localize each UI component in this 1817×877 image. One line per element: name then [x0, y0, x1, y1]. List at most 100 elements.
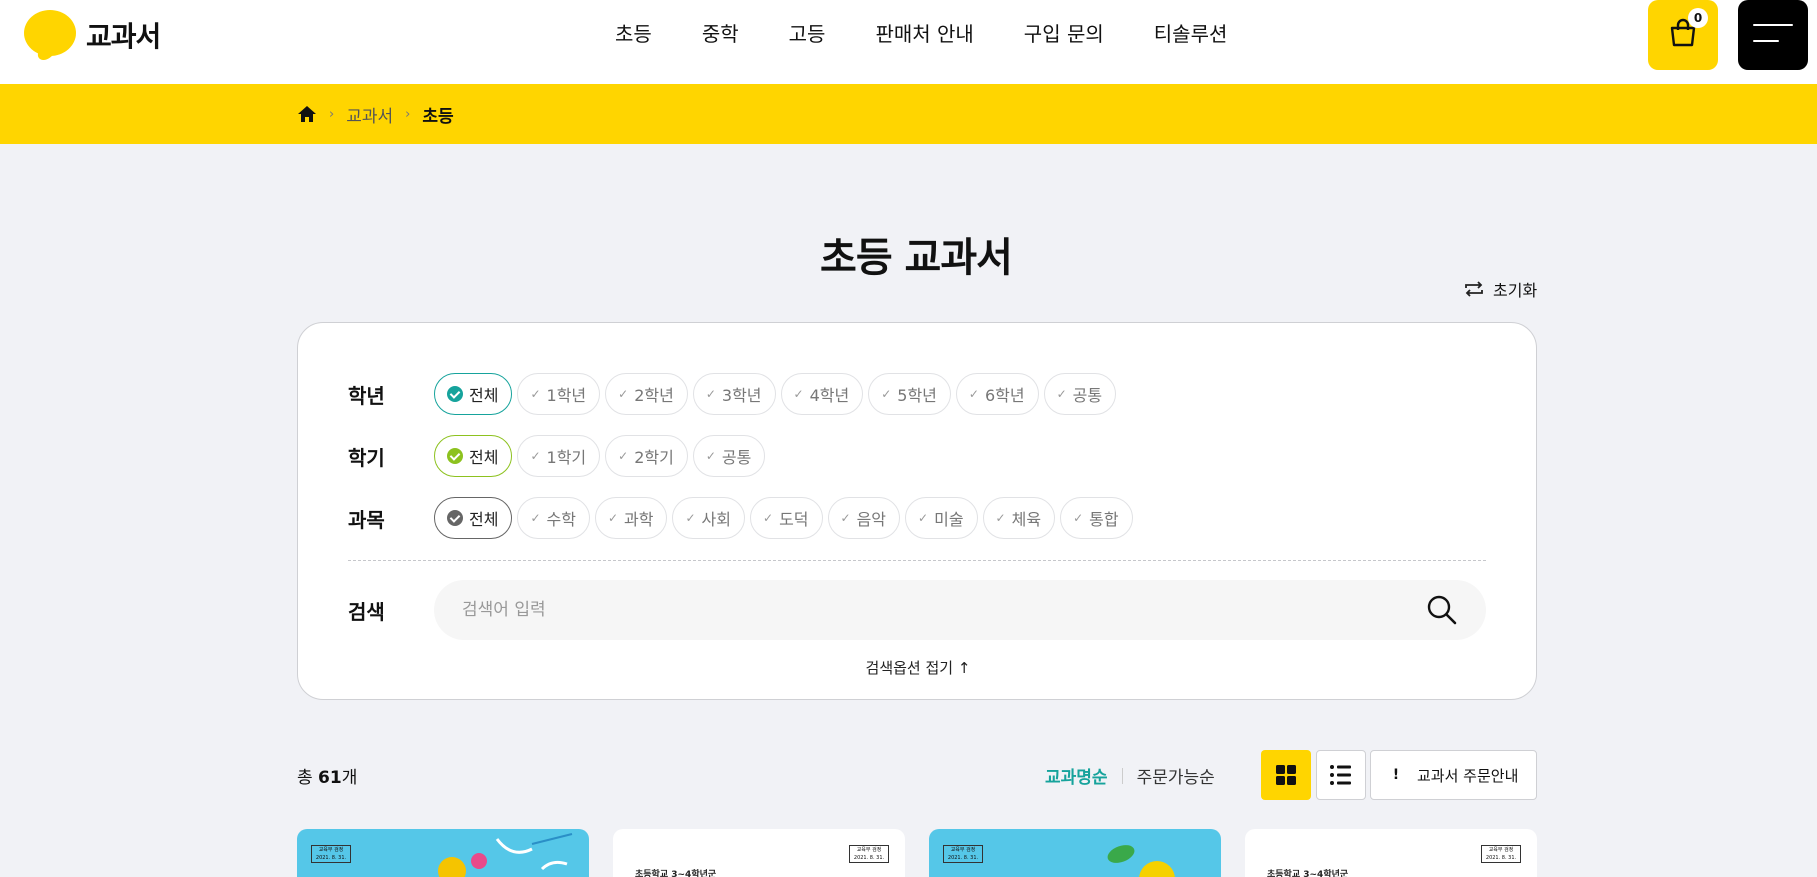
textbook-card[interactable]: 교육부 검정 2021. 8. 31.: [297, 829, 589, 877]
grid-icon: [1276, 765, 1296, 785]
arrow-up-icon: ↑: [957, 659, 971, 677]
search-label: 검색: [348, 599, 385, 624]
check-circle-icon: [447, 386, 463, 402]
chip-label: 공통: [1072, 386, 1103, 405]
subject-chip-music[interactable]: ✓ 음악: [827, 497, 901, 539]
chip-label: 3학년: [721, 386, 762, 405]
total-prefix: 총: [297, 768, 313, 788]
grade-chip-2[interactable]: ✓ 2학년: [605, 373, 688, 415]
cart-button[interactable]: 0: [1648, 0, 1718, 70]
page-title: 초등 교과서: [820, 235, 1013, 281]
order-guide-label: 교과서 주문안내: [1417, 766, 1519, 785]
check-icon: ✓: [607, 511, 619, 525]
hamburger-icon-line: [1753, 40, 1779, 42]
grade-chip-common[interactable]: ✓ 공통: [1043, 373, 1117, 415]
nav-item-tsolution[interactable]: 티솔루션: [1129, 18, 1253, 50]
sort-by-orderable[interactable]: 주문가능순: [1137, 763, 1215, 788]
grade-chip-6[interactable]: ✓ 6학년: [955, 373, 1039, 415]
search-box: [434, 580, 1486, 640]
cover-illustration: [438, 833, 573, 877]
subject-chip-integrated[interactable]: ✓ 통합: [1060, 497, 1133, 539]
semester-chip-2[interactable]: ✓ 2학기: [605, 435, 688, 477]
subject-filter-row: 과목 전체 ✓ 수학 ✓ 과학 ✓ 사회 ✓ 도덕 ✓ 음악 ✓ 미술 ✓ 체육 ✓ 통합: [348, 497, 1133, 539]
reset-label: 초기화: [1493, 281, 1538, 300]
nav-item-middle[interactable]: 중학: [677, 18, 764, 50]
check-circle-icon: [447, 448, 463, 464]
search-icon[interactable]: [1426, 594, 1458, 626]
breadcrumb-separator: ›: [405, 106, 411, 122]
breadcrumb-item-current[interactable]: 초등: [422, 102, 453, 127]
chip-label: 과학: [624, 510, 654, 529]
refresh-icon: [1465, 281, 1483, 297]
subject-chip-social[interactable]: ✓ 사회: [672, 497, 745, 539]
check-icon: ✓: [685, 511, 696, 525]
subject-chip-ethics[interactable]: ✓ 도덕: [750, 497, 823, 539]
subject-chip-all[interactable]: 전체: [434, 497, 513, 539]
check-icon: ✓: [618, 387, 629, 401]
subject-chip-pe[interactable]: ✓ 체육: [982, 497, 1056, 539]
breadcrumb-separator: ›: [329, 106, 335, 122]
grid-view-button[interactable]: [1261, 750, 1311, 800]
chip-label: 전체: [469, 386, 499, 405]
site-logo[interactable]: 교과서: [24, 10, 161, 60]
check-icon: ✓: [793, 387, 804, 401]
fold-label: 검색옵션 접기: [865, 659, 954, 677]
reset-button[interactable]: 초기화: [1463, 277, 1537, 301]
chip-label: 4학년: [809, 386, 850, 405]
breadcrumb-item-textbook[interactable]: 교과서: [346, 102, 393, 127]
home-icon[interactable]: [297, 105, 317, 123]
nav-item-stores[interactable]: 판매처 안내: [850, 18, 998, 50]
cover-illustration: [1107, 845, 1175, 877]
grade-chip-4[interactable]: ✓ 4학년: [780, 373, 864, 415]
chip-label: 6학년: [984, 386, 1025, 405]
order-guide-button[interactable]: ! 교과서 주문안내: [1370, 750, 1537, 800]
breadcrumb-bar: › 교과서 › 초등: [0, 84, 1817, 144]
chip-label: 2학년: [634, 386, 674, 405]
nav-item-high[interactable]: 고등: [764, 18, 851, 50]
list-view-button[interactable]: [1316, 750, 1366, 800]
check-icon: ✓: [968, 387, 979, 401]
subject-chip-art[interactable]: ✓ 미술: [905, 497, 978, 539]
chip-label: 음악: [856, 510, 887, 529]
menu-button[interactable]: [1738, 0, 1808, 70]
textbook-card[interactable]: 교육부 검정 2021. 8. 31.: [929, 829, 1221, 877]
logo-text: 교과서: [86, 20, 161, 53]
check-icon: ✓: [530, 511, 541, 525]
semester-chip-all[interactable]: 전체: [434, 435, 513, 477]
chip-label: 1학년: [546, 386, 587, 405]
search-input[interactable]: [462, 600, 1362, 620]
subject-chip-math[interactable]: ✓ 수학: [517, 497, 590, 539]
chip-label: 전체: [469, 510, 499, 529]
chip-label: 2학기: [634, 448, 674, 467]
card-subtitle: 초등학교 3~4학년군: [635, 870, 717, 877]
textbook-card[interactable]: 교육부 검정 2021. 8. 31. 초등학교 3~4학년군: [1245, 829, 1537, 877]
sort-options: 교과명순 주문가능순: [1045, 763, 1215, 788]
chip-label: 통합: [1089, 510, 1119, 529]
card-subtitle: 초등학교 3~4학년군: [1267, 870, 1349, 877]
total-count: 총 61개: [297, 763, 357, 788]
check-icon: ✓: [1073, 511, 1084, 525]
check-icon: ✓: [705, 449, 716, 463]
site-header: 교과서 초등 중학 고등 판매처 안내 구입 문의 티솔루션 0: [0, 0, 1817, 84]
subject-chip-science[interactable]: ✓ 과학: [594, 497, 668, 539]
sort-divider: [1121, 767, 1123, 784]
grade-chip-1[interactable]: ✓ 1학년: [517, 373, 601, 415]
check-icon: ✓: [918, 511, 929, 525]
hamburger-icon: [1753, 24, 1793, 26]
chip-label: 사회: [701, 510, 731, 529]
speech-bubble-logo-icon: [24, 10, 76, 60]
textbook-card[interactable]: 교육부 검정 2021. 8. 31. 초등학교 3~4학년군: [613, 829, 905, 877]
nav-item-elementary[interactable]: 초등: [590, 18, 677, 50]
total-number: 61: [318, 768, 342, 788]
fold-search-options-button[interactable]: 검색옵션 접기 ↑: [298, 657, 1538, 678]
chip-label: 5학년: [897, 386, 937, 405]
nav-item-purchase-inquiry[interactable]: 구입 문의: [999, 18, 1129, 50]
check-icon: ✓: [881, 387, 892, 401]
grade-chip-all[interactable]: 전체: [434, 373, 513, 415]
semester-chip-common[interactable]: ✓ 공통: [692, 435, 766, 477]
check-circle-icon: [447, 510, 463, 526]
grade-chip-3[interactable]: ✓ 3학년: [692, 373, 776, 415]
sort-by-name[interactable]: 교과명순: [1045, 763, 1108, 788]
grade-chip-5[interactable]: ✓ 5학년: [868, 373, 951, 415]
semester-chip-1[interactable]: ✓ 1학기: [517, 435, 601, 477]
